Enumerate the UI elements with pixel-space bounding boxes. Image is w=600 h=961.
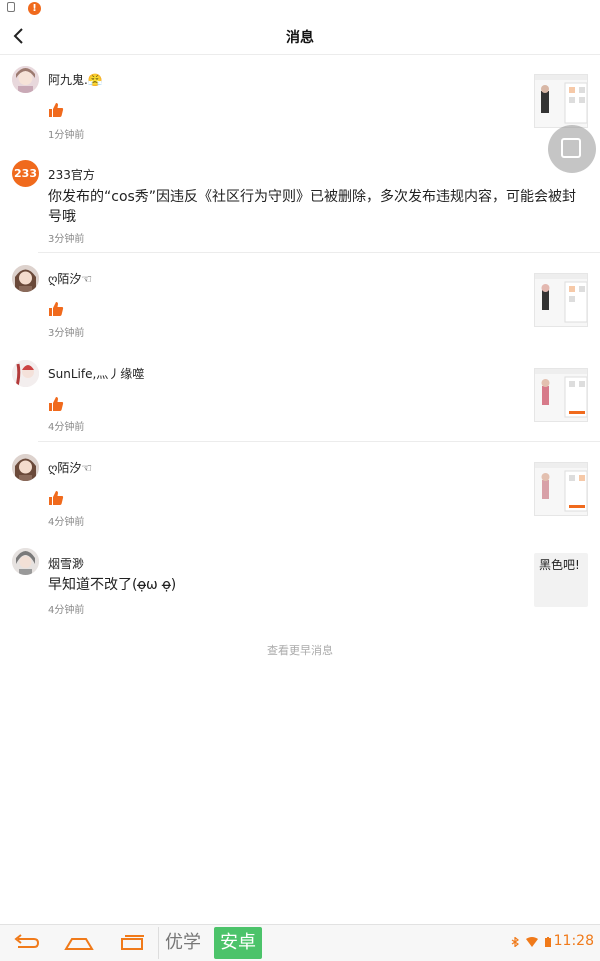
timestamp: 4分钟前	[48, 605, 85, 616]
floating-screenshot-button[interactable]	[548, 125, 596, 173]
message-item[interactable]: 阿九鬼.😤 1分钟前	[0, 54, 600, 154]
back-nav-icon[interactable]	[12, 933, 40, 953]
timestamp: 3分钟前	[48, 328, 85, 339]
avatar[interactable]	[12, 548, 39, 575]
timestamp: 3分钟前	[48, 234, 85, 245]
thumbs-up-icon	[49, 103, 64, 117]
message-item[interactable]: SunLife,灬丿缘噬 4分钟前	[0, 348, 600, 441]
thumbs-up-icon	[49, 397, 64, 411]
message-item[interactable]: ღ陌汐☜ 4分钟前	[0, 442, 600, 536]
timestamp: 1分钟前	[48, 130, 85, 141]
avatar[interactable]	[12, 454, 39, 481]
sender-name: 烟雪渺	[48, 557, 85, 571]
bluetooth-icon	[511, 937, 520, 947]
timestamp: 4分钟前	[48, 422, 85, 433]
navigation-bar: 优学 安卓 11:28	[0, 924, 600, 961]
page-title: 消息	[286, 30, 314, 46]
reply-card[interactable]: 黑色吧!	[534, 553, 588, 607]
sender-name: SunLife,灬丿缘噬	[48, 367, 145, 381]
message-item[interactable]: ღ陌汐☜ 3分钟前	[0, 253, 600, 348]
document-icon	[7, 2, 15, 12]
message-item[interactable]: 233 233官方 你发布的“cos秀”因违反《社区行为守则》已被删除，多次发布…	[0, 154, 600, 252]
recent-apps-icon[interactable]	[118, 933, 146, 953]
wifi-icon	[526, 937, 538, 947]
thumbs-up-icon	[49, 302, 64, 316]
post-thumbnail[interactable]	[534, 462, 588, 516]
sender-name: ღ陌汐☜	[48, 272, 93, 286]
post-thumbnail[interactable]	[534, 273, 588, 327]
timestamp: 4分钟前	[48, 517, 85, 528]
thumbs-up-icon	[49, 491, 64, 505]
brand-anzhuo[interactable]: 安卓	[214, 927, 262, 959]
clock: 11:28	[553, 933, 594, 949]
message-text: 你发布的“cos秀”因违反《社区行为守则》已被删除，多次发布违规内容，可能会被封…	[48, 189, 577, 225]
sender-name: ღ陌汐☜	[48, 461, 93, 475]
warning-icon: !	[28, 2, 41, 15]
home-icon[interactable]	[64, 933, 94, 953]
avatar[interactable]	[12, 360, 39, 387]
load-more-link[interactable]: 查看更早消息	[0, 642, 600, 658]
avatar-233[interactable]: 233	[12, 160, 39, 187]
brand-youxue[interactable]: 优学	[158, 927, 207, 959]
post-thumbnail[interactable]	[534, 368, 588, 422]
avatar[interactable]	[12, 66, 39, 93]
sender-name: 阿九鬼.😤	[48, 73, 103, 87]
status-bar: !	[0, 0, 600, 18]
sender-name: 233官方	[48, 168, 95, 182]
battery-icon	[545, 937, 551, 947]
header: 消息	[0, 18, 600, 55]
message-text: 早知道不改了(ọ̶̶ω ọ̶̶)	[48, 577, 177, 593]
avatar[interactable]	[12, 265, 39, 292]
post-thumbnail[interactable]	[534, 74, 588, 128]
message-item[interactable]: 烟雪渺 早知道不改了(ọ̶̶ω ọ̶̶) 4分钟前 黑色吧!	[0, 536, 600, 626]
crop-icon	[561, 138, 581, 158]
